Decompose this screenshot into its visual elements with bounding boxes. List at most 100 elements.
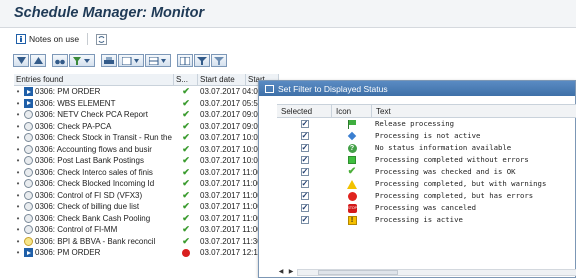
status-row[interactable]: Processing completed without errors (277, 154, 576, 166)
table-row[interactable]: • 0306: PM ORDER ✔ 03.07.2017 04:05 (14, 86, 279, 98)
sort-up-button[interactable] (30, 54, 46, 67)
dialog-title-bar[interactable]: Set Filter to Displayed Status (259, 81, 575, 96)
entry-label: 0306: Check Bank Cash Pooling (35, 213, 151, 223)
status-row[interactable]: Processing completed, but with warnings (277, 178, 576, 190)
set-filter-button[interactable] (69, 54, 95, 67)
entry-label: 0306: Control of FI-MM (35, 225, 118, 234)
expand-bullet-icon[interactable]: • (14, 167, 22, 179)
scroll-right-icon[interactable]: ▶ (287, 268, 295, 277)
check-status-icon: ✔ (182, 86, 190, 96)
column-header-entries[interactable]: Entries found (14, 74, 174, 85)
table-row[interactable]: • 0306: Check of billing due list ✔ 03.07.2… (14, 201, 279, 213)
alv-toolbar (0, 52, 576, 69)
table-row[interactable]: • 0306: Check Stock in Transit - Run the ✔… (14, 132, 279, 144)
table-row[interactable]: • 0306: Check Blocked Incoming Id ✔ 03.07.2… (14, 178, 279, 190)
icon-cell (332, 191, 372, 201)
status-row[interactable]: Processing completed, but has errors (277, 190, 576, 202)
warning-icon (347, 179, 357, 189)
status-row[interactable]: ? No status information available (277, 142, 576, 154)
selected-checkbox[interactable] (300, 190, 309, 202)
table-row[interactable]: • 0306: Post Last Bank Postings ✔ 03.07.201… (14, 155, 279, 167)
check-status-icon: ✔ (182, 235, 190, 246)
table-row[interactable]: • 0306: Control of FI SD (VFX3) ✔ 03.07.201… (14, 190, 279, 202)
expand-bullet-icon[interactable]: • (14, 109, 22, 121)
status-row[interactable]: Processing is not active (277, 130, 576, 142)
filter-down-button[interactable] (13, 54, 29, 67)
scroll-thumb[interactable] (318, 270, 398, 275)
expand-bullet-icon[interactable]: • (14, 224, 22, 236)
status-text: Processing completed, but has errors (375, 191, 534, 200)
status-cell: ✔ (174, 86, 198, 98)
refresh-button[interactable] (94, 31, 109, 47)
check-status-icon: ✔ (182, 166, 190, 177)
expand-bullet-icon[interactable]: • (14, 155, 22, 167)
column-header-start-date[interactable]: Start date (198, 74, 246, 85)
expand-bullet-icon[interactable]: • (14, 247, 22, 259)
selected-checkbox[interactable] (300, 178, 309, 190)
table-row[interactable]: • 0306: BPI & BBVA - Bank reconcil ✔ 03.07.… (14, 236, 279, 248)
expand-bullet-icon[interactable]: • (14, 190, 22, 202)
entry-label: 0306: Accounting flows and busir (35, 144, 152, 154)
scroll-track[interactable] (297, 269, 576, 276)
selected-checkbox[interactable] (300, 214, 309, 226)
icon-cell: STOP (332, 203, 372, 213)
entry-label: 0306: PM ORDER (35, 248, 101, 257)
selected-checkbox[interactable] (300, 166, 309, 178)
green-flag-icon (347, 120, 357, 129)
status-row[interactable]: STOP Processing was canceled (277, 202, 576, 214)
print-button[interactable] (101, 54, 117, 67)
entry-label: 0306: Check Stock in Transit - Run the (35, 133, 172, 142)
filter-status-button[interactable] (194, 54, 210, 67)
question-icon: ? (347, 143, 357, 153)
status-row[interactable]: Release processing (277, 118, 576, 130)
status-cell: ✔ (174, 236, 198, 248)
find-button[interactable] (52, 54, 68, 67)
table-row[interactable]: • 0306: Check Bank Cash Pooling ✔ 03.07.201… (14, 213, 279, 225)
views-button[interactable] (118, 54, 144, 67)
column-header-status[interactable]: S... (174, 74, 198, 85)
column-header-text[interactable]: Text (372, 105, 576, 117)
horizontal-scrollbar[interactable]: ◀ ▶ (277, 268, 576, 277)
job-step-icon (24, 190, 33, 200)
selected-checkbox[interactable] (300, 142, 309, 154)
table-row[interactable]: • 0306: PM ORDER 03.07.2017 12:15 (14, 247, 279, 259)
status-cell: ✔ (174, 98, 198, 110)
table-row[interactable]: • 0306: Accounting flows and busir ✔ 03.07.… (14, 144, 279, 156)
job-step-icon (24, 121, 33, 131)
status-row[interactable]: ! Processing is active (277, 214, 576, 226)
entry-cell: • 0306: NETV Check PCA Report (14, 109, 174, 121)
table-row[interactable]: • 0306: Check Interco sales of finis ✔ 03.0… (14, 167, 279, 179)
layout-button[interactable] (177, 54, 193, 67)
expand-bullet-icon[interactable]: • (14, 213, 22, 225)
export-button[interactable] (145, 54, 171, 67)
selected-checkbox[interactable] (300, 130, 309, 142)
selected-cell (277, 214, 332, 226)
table-row[interactable]: • 0306: WBS ELEMENT ✔ 03.07.2017 05:50 (14, 98, 279, 110)
expand-bullet-icon[interactable]: • (14, 144, 22, 156)
selected-checkbox[interactable] (300, 154, 309, 166)
expand-bullet-icon[interactable]: • (14, 86, 22, 98)
expand-bullet-icon[interactable]: • (14, 98, 22, 110)
error-status-icon (182, 248, 190, 257)
selected-checkbox[interactable] (300, 118, 309, 130)
column-header-selected[interactable]: Selected (277, 105, 332, 117)
status-cell: ✔ (174, 178, 198, 190)
table-row[interactable]: • 0306: Check PA-PCA ✔ 03.07.2017 09:00 (14, 121, 279, 133)
table-row[interactable]: • 0306: NETV Check PCA Report ✔ 03.07.2017 … (14, 109, 279, 121)
expand-bullet-icon[interactable]: • (14, 132, 22, 144)
expand-bullet-icon[interactable]: • (14, 121, 22, 133)
selected-checkbox[interactable] (300, 202, 309, 214)
status-row[interactable]: ✔ Processing was checked and is OK (277, 166, 576, 178)
scroll-left-icon[interactable]: ◀ (277, 268, 285, 277)
notes-on-use-button[interactable]: Notes on use (14, 31, 81, 47)
status-cell (174, 247, 198, 259)
expand-bullet-icon[interactable]: • (14, 236, 22, 248)
table-row[interactable]: • 0306: Control of FI-MM ✔ 03.07.2017 11:00 (14, 224, 279, 236)
column-header-icon[interactable]: Icon (332, 105, 372, 117)
notes-on-use-label: Notes on use (29, 34, 80, 44)
expand-bullet-icon[interactable]: • (14, 201, 22, 213)
expand-bullet-icon[interactable]: • (14, 178, 22, 190)
delete-filter-button[interactable] (211, 54, 227, 67)
selected-cell (277, 190, 332, 202)
job-step-icon (24, 179, 33, 189)
